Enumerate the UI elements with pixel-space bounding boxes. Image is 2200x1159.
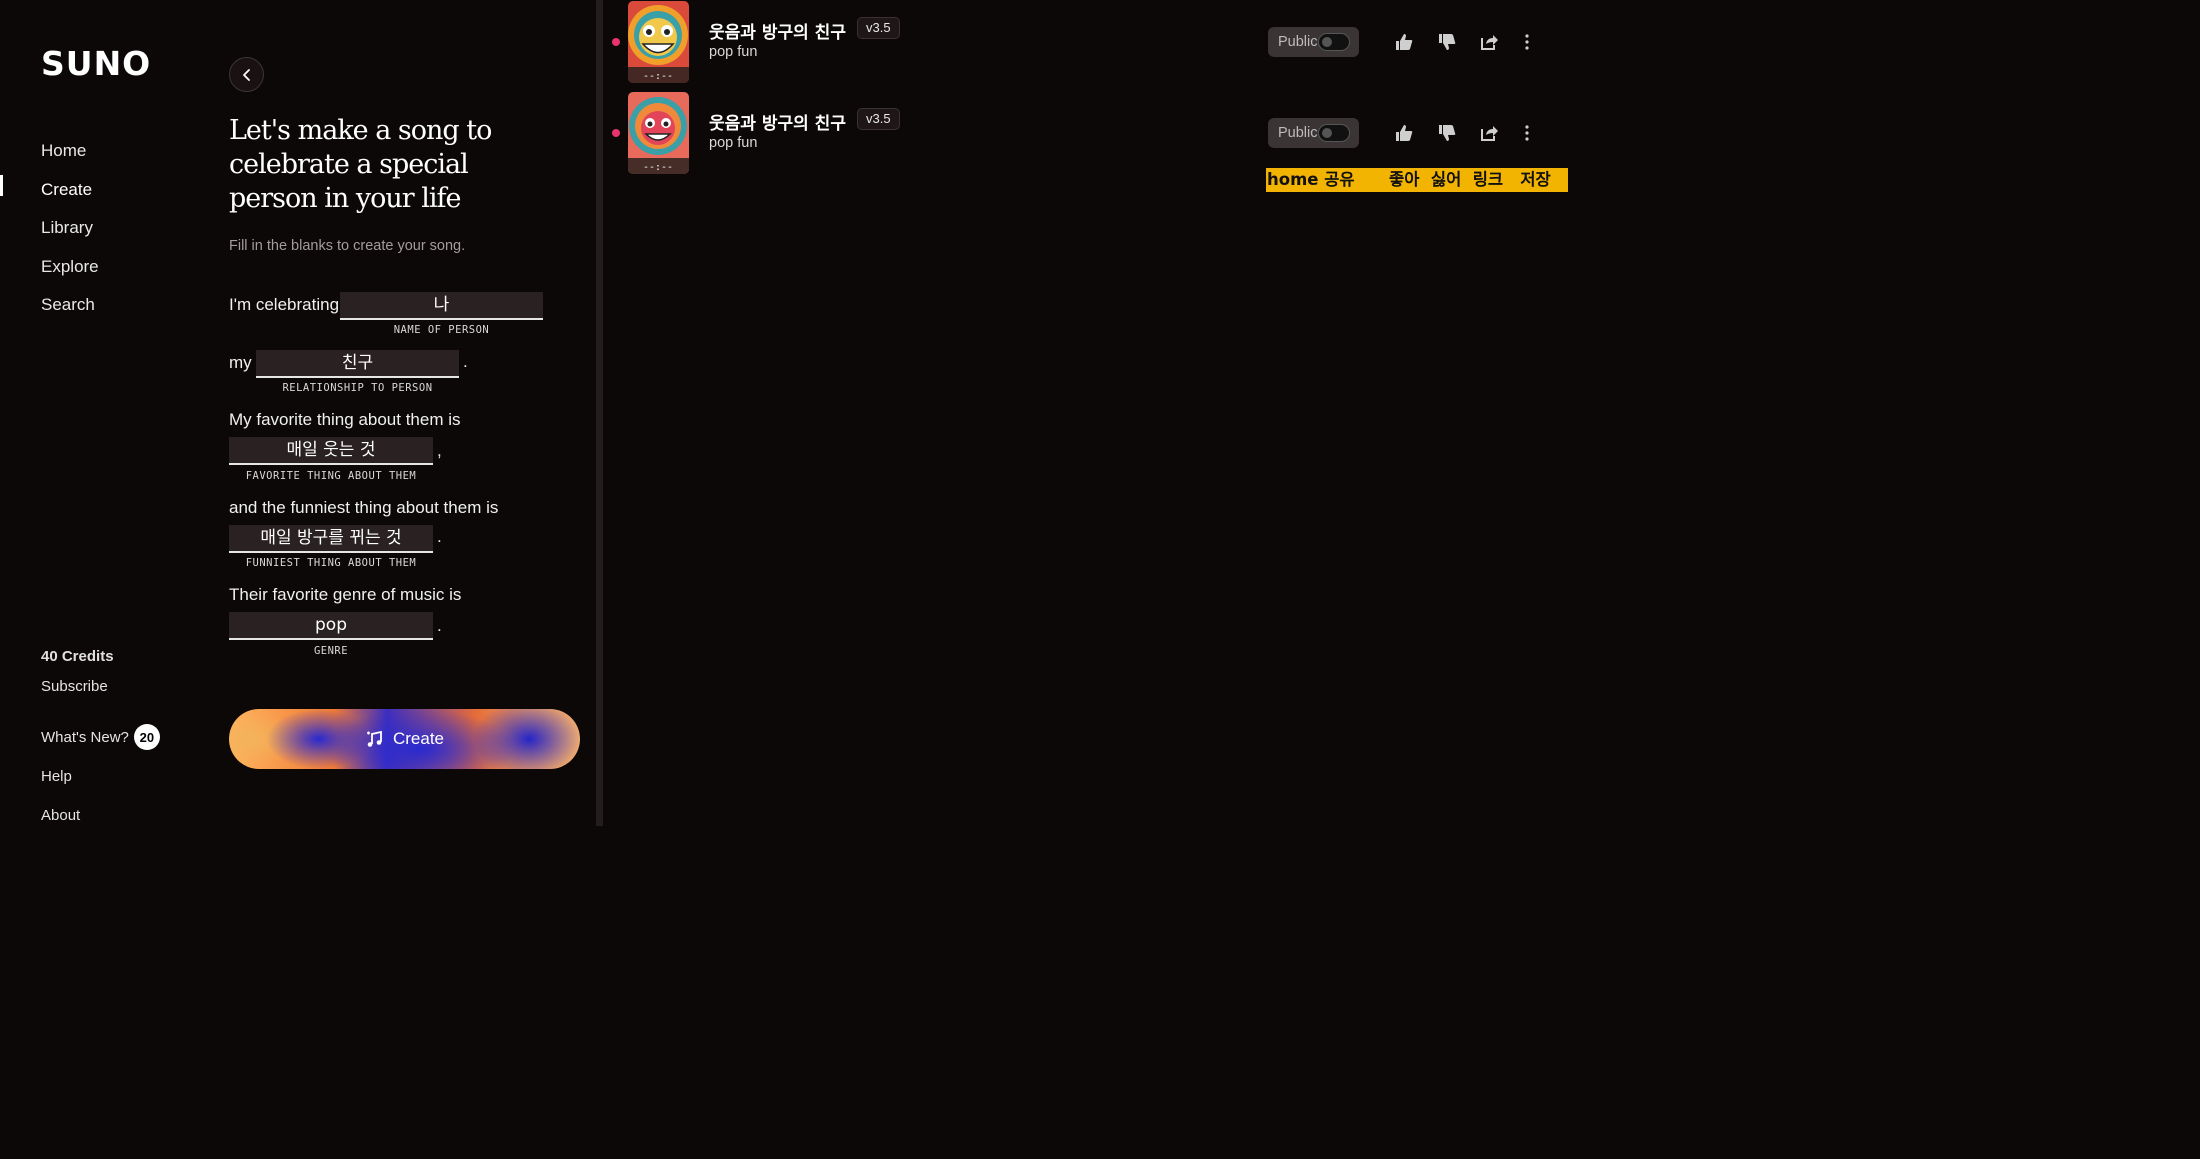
song-row[interactable]: --:-- 웃음과 방구의 친구 v3.5 pop fun Public xyxy=(609,0,1568,84)
song-cover-art[interactable]: --:-- xyxy=(628,92,689,174)
relationship-label: RELATIONSHIP TO PERSON xyxy=(282,382,433,394)
model-version-badge: v3.5 xyxy=(857,108,900,130)
thumbs-up-icon[interactable] xyxy=(1393,31,1415,53)
new-indicator-dot xyxy=(612,38,620,46)
panel-divider[interactable] xyxy=(596,0,603,826)
song-title[interactable]: 웃음과 방구의 친구 xyxy=(709,18,846,43)
toggle-switch[interactable] xyxy=(1318,124,1350,142)
credits-count: 40 Credits xyxy=(41,648,114,665)
share-icon[interactable] xyxy=(1478,122,1500,144)
more-options-icon[interactable] xyxy=(1516,122,1538,144)
name-of-person-field[interactable]: 나 xyxy=(340,292,543,320)
subscribe-link[interactable]: Subscribe xyxy=(41,678,108,695)
period-2: . xyxy=(437,527,442,546)
comma: , xyxy=(437,441,442,460)
genre-label: GENRE xyxy=(313,645,349,657)
chevron-left-icon xyxy=(242,68,250,81)
thumbs-down-icon[interactable] xyxy=(1436,31,1458,53)
create-button[interactable]: Create xyxy=(229,709,580,769)
suno-logo[interactable]: SUNO xyxy=(41,44,151,83)
sidebar-footer: 40 Credits Subscribe What's New? 20 Help… xyxy=(41,648,160,824)
thumbs-down-icon[interactable] xyxy=(1436,122,1458,144)
sidebar: SUNO Home Create Library Explore Search … xyxy=(0,0,200,826)
prompt-funniest: and the funniest thing about them is xyxy=(229,498,499,517)
svg-text:--:--: --:-- xyxy=(643,71,673,82)
period-1: . xyxy=(463,352,468,371)
relationship-field[interactable]: 친구 xyxy=(256,350,459,378)
song-title[interactable]: 웃음과 방구의 친구 xyxy=(709,109,846,134)
nav-create[interactable]: Create xyxy=(0,174,200,213)
prompt-my: my xyxy=(229,353,252,372)
page-headline: Let's make a song to celebrate a special… xyxy=(229,115,492,214)
thumbs-up-icon[interactable] xyxy=(1393,122,1415,144)
funniest-thing-label: FUNNIEST THING ABOUT THEM xyxy=(245,557,417,569)
prompt-celebrating: I'm celebrating xyxy=(229,295,340,314)
music-note-icon xyxy=(366,730,382,747)
model-version-badge: v3.5 xyxy=(857,17,900,39)
favorite-thing-label: FAVORITE THING ABOUT THEM xyxy=(245,470,417,482)
song-cover-art[interactable]: --:-- xyxy=(628,1,689,83)
public-toggle[interactable]: Public xyxy=(1268,118,1359,148)
new-indicator-dot xyxy=(612,129,620,137)
share-icon[interactable] xyxy=(1478,31,1500,53)
toggle-switch[interactable] xyxy=(1318,33,1350,51)
help-link[interactable]: Help xyxy=(41,768,72,785)
song-style[interactable]: pop fun xyxy=(709,135,757,151)
nav-explore[interactable]: Explore xyxy=(0,251,200,290)
nav-home[interactable]: Home xyxy=(0,135,200,174)
genre-field[interactable]: pop xyxy=(229,612,433,640)
main-nav: Home Create Library Explore Search xyxy=(0,135,200,328)
prompt-genre: Their favorite genre of music is xyxy=(229,585,462,604)
period-3: . xyxy=(437,616,442,635)
song-style[interactable]: pop fun xyxy=(709,44,757,60)
create-button-label: Create xyxy=(392,729,445,748)
whats-new-link[interactable]: What's New? 20 xyxy=(41,724,160,750)
svg-text:--:--: --:-- xyxy=(643,162,673,173)
nav-search[interactable]: Search xyxy=(0,289,200,328)
whats-new-badge: 20 xyxy=(133,724,160,750)
more-options-icon[interactable] xyxy=(1516,31,1538,53)
public-label: Public xyxy=(1278,125,1318,141)
public-label: Public xyxy=(1278,34,1318,50)
back-button[interactable] xyxy=(229,57,264,92)
name-of-person-label: NAME OF PERSON xyxy=(393,324,490,336)
public-toggle[interactable]: Public xyxy=(1268,27,1359,57)
page-subline: Fill in the blanks to create your song. xyxy=(229,238,466,254)
nav-library[interactable]: Library xyxy=(0,212,200,251)
prompt-favorite: My favorite thing about them is xyxy=(229,410,461,429)
song-row[interactable]: --:-- 웃음과 방구의 친구 v3.5 pop fun Public xyxy=(609,91,1568,175)
whats-new-label: What's New? xyxy=(41,728,129,746)
annotation-overlay: home 공유 좋아 싫어 링크 저장 xyxy=(1266,168,1568,192)
favorite-thing-field[interactable]: 매일 웃는 것 xyxy=(229,437,433,465)
about-link[interactable]: About xyxy=(41,807,80,824)
funniest-thing-field[interactable]: 매일 방구를 뀌는 것 xyxy=(229,525,433,553)
